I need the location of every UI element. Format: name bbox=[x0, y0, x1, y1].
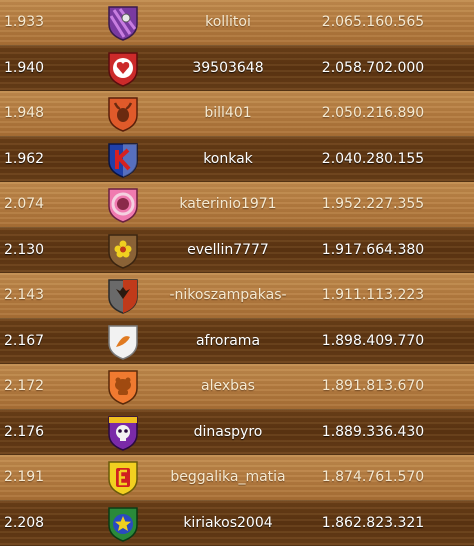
player-score: 1.917.664.380 bbox=[321, 241, 425, 258]
player-score: 2.058.702.000 bbox=[321, 59, 425, 76]
row-rank: 1.933 bbox=[4, 14, 45, 30]
row-rank: 1.948 bbox=[4, 105, 45, 121]
leaderboard-row[interactable]: 2.208 kiriakos2004 1.862.823.321 bbox=[0, 500, 474, 546]
player-name[interactable]: kiriakos2004 bbox=[160, 501, 296, 546]
pink-ring-emblem-icon bbox=[106, 186, 140, 224]
player-score: 2.065.160.565 bbox=[321, 14, 425, 30]
player-score: 1.911.113.223 bbox=[321, 287, 425, 303]
player-name[interactable]: evellin7777 bbox=[160, 228, 296, 274]
leaderboard-row[interactable]: 2.191 beggalika_matia 1.874.761.570 bbox=[0, 455, 474, 501]
player-name[interactable]: dinaspyro bbox=[160, 410, 296, 456]
leaderboard: 1.933 kollitoi 2.065.160.565 1.940 39503… bbox=[0, 0, 474, 546]
player-name[interactable]: konkak bbox=[160, 137, 296, 183]
row-rank: 2.172 bbox=[4, 378, 45, 394]
player-name[interactable]: alexbas bbox=[160, 364, 296, 410]
player-name[interactable]: afrorama bbox=[160, 319, 296, 365]
leaderboard-row[interactable]: 1.933 kollitoi 2.065.160.565 bbox=[0, 0, 474, 46]
orange-animal-emblem-icon bbox=[106, 368, 140, 406]
player-score: 1.898.409.770 bbox=[321, 332, 425, 349]
green-star-emblem-icon bbox=[106, 505, 140, 543]
player-name[interactable]: 39503648 bbox=[160, 46, 296, 92]
player-score: 1.889.336.430 bbox=[321, 423, 425, 440]
player-name[interactable]: katerinio1971 bbox=[160, 182, 296, 228]
leaderboard-row[interactable]: 1.948 bill401 2.050.216.890 bbox=[0, 91, 474, 137]
row-rank: 2.143 bbox=[4, 287, 45, 303]
row-rank: 2.208 bbox=[4, 514, 45, 531]
player-name[interactable]: -nikoszampakas- bbox=[160, 273, 296, 319]
brown-flower-emblem-icon bbox=[106, 232, 140, 270]
player-name[interactable]: bill401 bbox=[160, 91, 296, 137]
row-rank: 2.167 bbox=[4, 332, 45, 349]
white-orange-emblem-icon bbox=[106, 323, 140, 361]
player-name[interactable]: beggalika_matia bbox=[160, 455, 296, 501]
row-rank: 2.074 bbox=[4, 196, 45, 212]
leaderboard-row[interactable]: 2.143 -nikoszampakas- 1.911.113.223 bbox=[0, 273, 474, 319]
yellow-e-letter-emblem-icon bbox=[106, 459, 140, 497]
row-rank: 1.940 bbox=[4, 59, 45, 76]
player-score: 1.862.823.321 bbox=[321, 514, 425, 531]
purple-skull-emblem-icon bbox=[106, 414, 140, 452]
player-score: 1.952.227.355 bbox=[321, 196, 425, 212]
row-rank: 2.176 bbox=[4, 423, 45, 440]
leaderboard-row[interactable]: 2.130 evellin7777 1.917.664.380 bbox=[0, 227, 474, 274]
blue-red-k-letter-emblem-icon bbox=[106, 141, 140, 179]
gray-red-eagle-emblem-icon bbox=[106, 277, 140, 315]
player-score: 1.874.761.570 bbox=[321, 469, 425, 485]
player-score: 2.050.216.890 bbox=[321, 105, 425, 121]
purple-stripe-pin-emblem-icon bbox=[106, 4, 140, 42]
leaderboard-row[interactable]: 1.940 39503648 2.058.702.000 bbox=[0, 45, 474, 92]
leaderboard-row[interactable]: 2.074 katerinio1971 1.952.227.355 bbox=[0, 182, 474, 228]
row-rank: 2.191 bbox=[4, 469, 45, 485]
row-rank: 2.130 bbox=[4, 241, 45, 258]
leaderboard-row[interactable]: 2.172 alexbas 1.891.813.670 bbox=[0, 364, 474, 410]
leaderboard-row[interactable]: 1.962 konkak 2.040.280.155 bbox=[0, 136, 474, 183]
player-score: 2.040.280.155 bbox=[321, 150, 425, 167]
player-score: 1.891.813.670 bbox=[321, 378, 425, 394]
leaderboard-row[interactable]: 2.167 afrorama 1.898.409.770 bbox=[0, 318, 474, 365]
player-name[interactable]: kollitoi bbox=[160, 0, 296, 46]
row-rank: 1.962 bbox=[4, 150, 45, 167]
leaderboard-row[interactable]: 2.176 dinaspyro 1.889.336.430 bbox=[0, 409, 474, 456]
red-heart-emblem-icon bbox=[106, 50, 140, 88]
bull-horns-emblem-icon bbox=[106, 95, 140, 133]
